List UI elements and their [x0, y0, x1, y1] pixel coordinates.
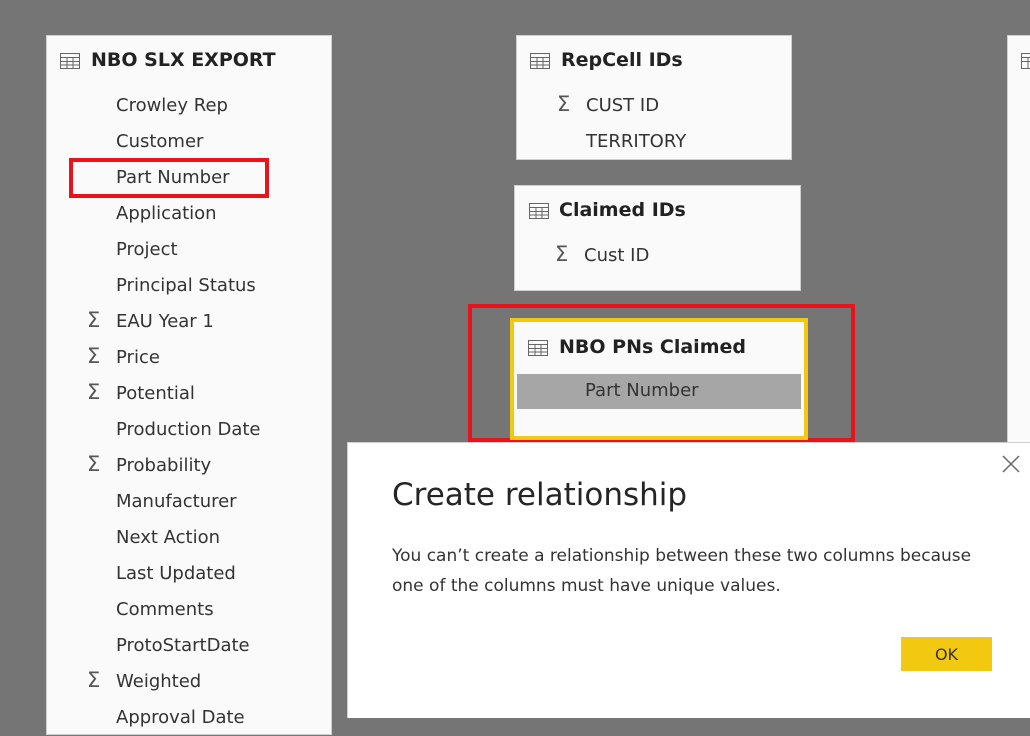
field-comments[interactable]: Comments — [47, 592, 331, 628]
highlight-box-part-number — [69, 158, 269, 198]
field-crowley-rep[interactable]: Crowley Rep — [47, 88, 331, 124]
table-title: NBO PNs Claimed — [559, 336, 746, 358]
table-icon — [528, 340, 548, 356]
field-label: Potential — [116, 383, 195, 404]
sigma-icon: Σ — [87, 668, 100, 692]
table-title: NBO SLX EXPORT — [91, 49, 276, 71]
close-icon — [1000, 453, 1022, 475]
dialog-title: Create relationship — [392, 477, 687, 513]
ok-button[interactable]: OK — [901, 637, 992, 671]
field-project[interactable]: Project — [47, 232, 331, 268]
table-card-partial-right[interactable] — [1007, 35, 1030, 455]
create-relationship-dialog: Create relationship You can’t create a r… — [347, 442, 1030, 718]
table-card-nbo-pns-claimed[interactable]: NBO PNs Claimed Part Number — [510, 318, 808, 440]
field-label: Comments — [116, 599, 214, 620]
field-production-date[interactable]: Production Date — [47, 412, 331, 448]
field-label: Cust ID — [584, 245, 649, 266]
table-icon — [529, 203, 549, 219]
sigma-icon: Σ — [87, 380, 100, 404]
field-approval-date[interactable]: Approval Date — [47, 700, 331, 736]
field-last-updated[interactable]: Last Updated — [47, 556, 331, 592]
field-manufacturer[interactable]: Manufacturer — [47, 484, 331, 520]
field-label: Customer — [116, 131, 203, 152]
table-icon — [1021, 53, 1030, 69]
table-icon — [530, 53, 550, 69]
field-label: CUST ID — [586, 95, 659, 116]
field-potential[interactable]: Σ Potential — [47, 376, 331, 412]
field-label: Production Date — [116, 419, 261, 440]
sigma-icon: Σ — [557, 92, 570, 116]
table-card-claimed-ids[interactable]: Claimed IDs Σ Cust ID — [514, 185, 801, 291]
field-label: Application — [116, 203, 217, 224]
field-label: Price — [116, 347, 160, 368]
dialog-message: You can’t create a relationship between … — [392, 541, 992, 601]
field-price[interactable]: Σ Price — [47, 340, 331, 376]
field-label: Weighted — [116, 671, 201, 692]
field-territory[interactable]: TERRITORY — [517, 124, 791, 160]
field-part-number-selected[interactable]: Part Number — [517, 374, 801, 409]
field-label: EAU Year 1 — [116, 311, 214, 332]
close-button[interactable] — [1000, 453, 1022, 475]
field-weighted[interactable]: Σ Weighted — [47, 664, 331, 700]
field-application[interactable]: Application — [47, 196, 331, 232]
sigma-icon: Σ — [87, 452, 100, 476]
sigma-icon: Σ — [87, 308, 100, 332]
table-card-repcell-ids[interactable]: RepCell IDs Σ CUST ID TERRITORY — [516, 35, 792, 160]
table-header[interactable]: Claimed IDs — [515, 186, 800, 230]
field-label: Last Updated — [116, 563, 236, 584]
field-label: Probability — [116, 455, 211, 476]
table-header[interactable]: NBO SLX EXPORT — [47, 36, 331, 80]
field-label: ProtoStartDate — [116, 635, 250, 656]
field-protostartdate[interactable]: ProtoStartDate — [47, 628, 331, 664]
field-customer[interactable]: Customer — [47, 124, 331, 160]
field-next-action[interactable]: Next Action — [47, 520, 331, 556]
field-label: Next Action — [116, 527, 220, 548]
field-label: Project — [116, 239, 178, 260]
field-label: Part Number — [585, 380, 699, 401]
table-title: Claimed IDs — [559, 199, 686, 221]
sigma-icon: Σ — [87, 344, 100, 368]
field-label: Principal Status — [116, 275, 256, 296]
field-eau-year-1[interactable]: Σ EAU Year 1 — [47, 304, 331, 340]
field-label: Manufacturer — [116, 491, 237, 512]
field-cust-id[interactable]: Σ Cust ID — [515, 238, 800, 274]
table-title: RepCell IDs — [561, 49, 683, 71]
table-card-nbo-slx-export[interactable]: NBO SLX EXPORT Crowley RepCustomerPart N… — [46, 35, 332, 735]
field-label: TERRITORY — [586, 131, 686, 152]
field-probability[interactable]: Σ Probability — [47, 448, 331, 484]
field-cust-id[interactable]: Σ CUST ID — [517, 88, 791, 124]
field-principal-status[interactable]: Principal Status — [47, 268, 331, 304]
table-header[interactable]: NBO PNs Claimed — [514, 322, 804, 366]
field-label: Crowley Rep — [116, 95, 228, 116]
sigma-icon: Σ — [555, 242, 568, 266]
table-icon — [60, 53, 80, 69]
table-header[interactable]: RepCell IDs — [517, 36, 791, 80]
